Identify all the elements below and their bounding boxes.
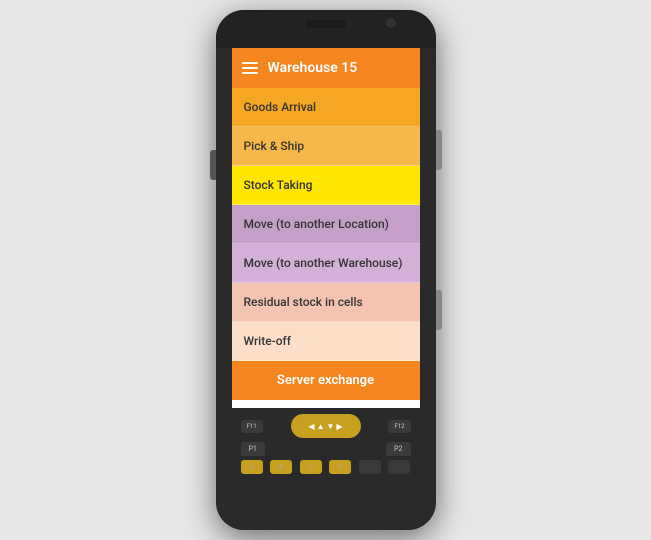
side-button-left[interactable] [210,150,216,180]
key-d[interactable]: D [329,460,351,474]
key-row: A B C D [241,460,411,474]
key-extra2[interactable] [388,460,410,474]
hamburger-icon[interactable] [242,62,258,74]
key-c[interactable]: C [300,460,322,474]
key-extra[interactable] [359,460,381,474]
menu-item-move-warehouse[interactable]: Move (to another Warehouse) [232,244,420,283]
side-button-right-top[interactable] [436,130,442,170]
menu-item-residual-stock[interactable]: Residual stock in cells [232,283,420,322]
menu-list: Goods ArrivalPick & ShipStock TakingMove… [232,88,420,361]
f11-button[interactable]: F11 [241,420,263,433]
app-header: Warehouse 15 [232,48,420,88]
server-exchange-button[interactable]: Server exchange [232,361,420,400]
key-b[interactable]: B [270,460,292,474]
device-top [216,10,436,48]
key-a[interactable]: A [241,460,263,474]
side-button-right-bottom[interactable] [436,290,442,330]
app-title: Warehouse 15 [268,60,358,76]
menu-item-goods-arrival[interactable]: Goods Arrival [232,88,420,127]
p2-button[interactable]: P2 [386,442,410,456]
device-bottom: F11 ◀ ▲ ▼ ▶ F12 P1 P2 A B C D [216,408,436,530]
menu-item-pick-ship[interactable]: Pick & Ship [232,127,420,166]
menu-item-stock-taking[interactable]: Stock Taking [232,166,420,205]
menu-item-write-off[interactable]: Write-off [232,322,420,361]
fn-row: F11 ◀ ▲ ▼ ▶ F12 [241,414,411,438]
arrow-down[interactable]: ▼ [327,422,335,431]
menu-item-move-location[interactable]: Move (to another Location) [232,205,420,244]
screen: Warehouse 15 Goods ArrivalPick & ShipSto… [232,48,420,408]
scanner-device: Warehouse 15 Goods ArrivalPick & ShipSto… [216,10,436,530]
f12-button[interactable]: F12 [388,420,410,433]
nav-cluster[interactable]: ◀ ▲ ▼ ▶ [291,414,361,438]
p1-button[interactable]: P1 [241,442,265,456]
p-row: P1 P2 [241,442,411,456]
arrow-up[interactable]: ▲ [317,422,325,431]
arrow-right[interactable]: ▶ [336,422,342,431]
arrow-left[interactable]: ◀ [308,422,314,431]
